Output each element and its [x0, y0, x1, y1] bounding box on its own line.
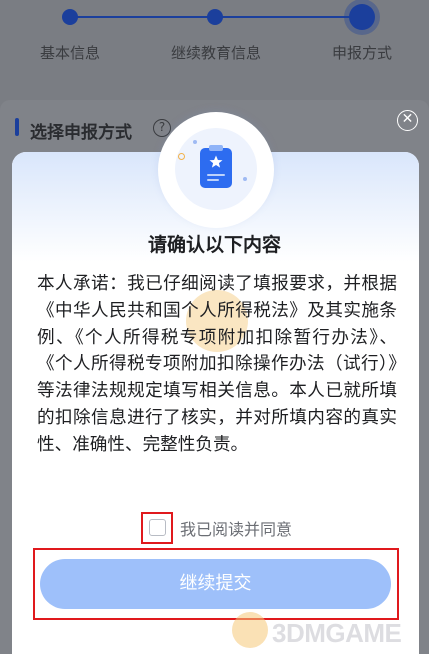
agree-checkbox[interactable] [149, 519, 166, 536]
continue-submit-button[interactable]: 继续提交 [40, 559, 391, 609]
watermark-logo [232, 612, 268, 648]
sparkle-decoration [178, 153, 185, 160]
step-dot-declaration-method [349, 4, 375, 30]
step-label-basic-info: 基本信息 [39, 44, 101, 62]
question-circle-icon[interactable]: ? [153, 119, 171, 137]
pledge-statement: 本人承诺：我已仔细阅读了填报要求，并根据《中华人民共和国个人所得税法》及其实施条… [37, 274, 397, 455]
dialog-title: 请确认以下内容 [147, 234, 281, 256]
step-dot-education-info [207, 9, 223, 25]
section-accent-bar [15, 118, 19, 136]
step-dot-basic-info [62, 9, 78, 25]
agree-label[interactable]: 我已阅读并同意 [180, 516, 292, 540]
section-title: 选择申报方式 [30, 123, 132, 143]
document-star-icon [200, 145, 232, 188]
step-connector [215, 16, 362, 18]
sparkle-decoration [193, 140, 197, 144]
star-icon [209, 155, 223, 168]
watermark-text: 3DMGAME [272, 618, 402, 648]
step-label-declaration-method: 申报方式 [331, 44, 393, 62]
close-dialog-button[interactable]: ✕ [397, 110, 418, 131]
step-label-education-info: 继续教育信息 [170, 44, 262, 62]
progress-stepper: 基本信息 继续教育信息 申报方式 [0, 0, 429, 92]
sparkle-decoration [243, 177, 247, 181]
step-connector [70, 16, 215, 18]
